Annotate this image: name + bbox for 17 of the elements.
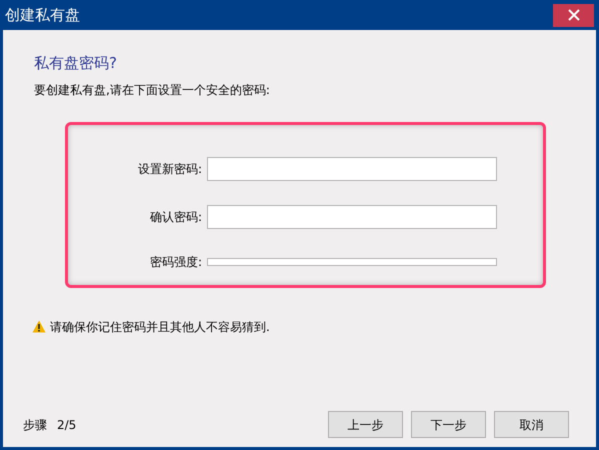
dialog-button[interactable]: 上一步 [328,411,403,438]
field-label: 设置新密码: [136,160,203,178]
strength-label: 密码强度: [148,254,203,270]
step-counter: 2/5 [57,416,76,434]
field-label: 确认密码: [148,208,203,226]
dialog-button[interactable]: 下一步 [411,411,486,438]
warning-icon [32,320,46,333]
password-field[interactable] [207,156,497,180]
close-icon [568,9,580,21]
close-button[interactable] [553,4,594,26]
window-title: 创建私有盘 [5,4,80,26]
password-field[interactable] [207,204,497,228]
description-text: 要创建私有盘,请在下面设置一个安全的密码: [34,82,271,98]
section-heading: 私有盘密码? [34,53,118,74]
warning-text: 请确保你记住密码并且其他人不容易猜到. [50,318,270,336]
step-label: 步骤 [23,416,47,434]
dialog-button[interactable]: 取消 [494,411,569,438]
